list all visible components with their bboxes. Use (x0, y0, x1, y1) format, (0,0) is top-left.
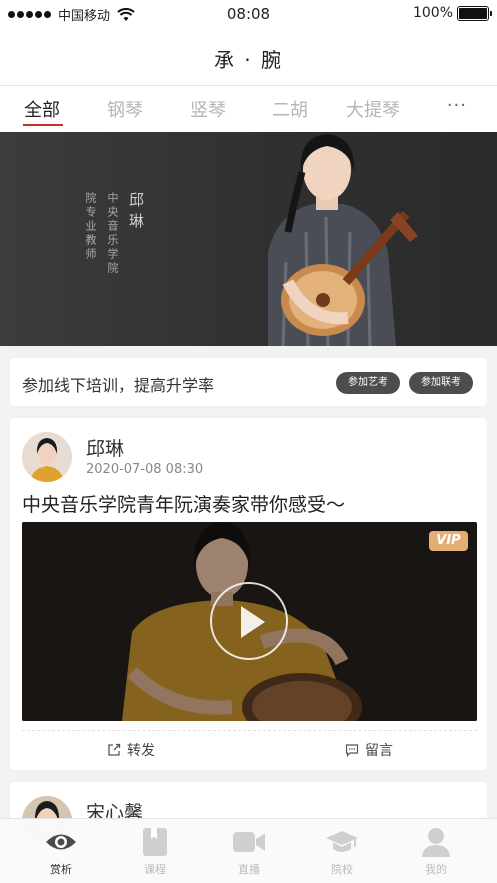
share-label: 转发 (127, 743, 155, 759)
battery-percent: 100% (412, 5, 453, 21)
eye-icon (46, 834, 76, 850)
share-button[interactable]: 转发 (107, 740, 155, 760)
video-player[interactable]: VIP (22, 522, 477, 721)
tab-all[interactable]: 全部 (24, 96, 60, 122)
banner-line1: 中央音乐学院 (106, 192, 119, 276)
page-title: 承 · 腕 (213, 48, 284, 72)
share-icon (108, 743, 121, 756)
tabbar-label: 课程 (144, 863, 166, 876)
book-icon (143, 828, 167, 856)
play-button[interactable] (210, 582, 288, 660)
battery-icon (457, 5, 492, 21)
tabbar-label: 院校 (331, 863, 353, 876)
active-tab-indicator (23, 124, 63, 126)
play-icon (241, 606, 265, 638)
divider (22, 730, 477, 731)
banner-carousel[interactable]: 邱琳 中央音乐学院 院专业教师 (0, 132, 497, 346)
join-art-exam-button[interactable]: 参加艺考 (336, 372, 400, 394)
comment-label: 留言 (365, 743, 393, 759)
nav-bar: 承 · 腕 (0, 28, 497, 86)
banner-line2: 院专业教师 (84, 192, 97, 262)
tabbar-label: 我的 (425, 863, 447, 876)
promo-card: 参加线下培训，提高升学率 参加艺考 参加联考 (10, 358, 487, 406)
banner-name: 邱琳 (127, 192, 145, 234)
tabbar-item-schools[interactable]: 院校 (312, 827, 372, 877)
category-tabs: 全部 钢琴 竖琴 二胡 大提琴 ··· (0, 86, 497, 132)
user-icon (422, 828, 450, 857)
video-camera-icon (233, 832, 265, 852)
graduation-cap-icon (326, 831, 358, 852)
bottom-tab-bar: 赏析 课程 直播 院校 我的 (0, 818, 497, 883)
comment-icon (345, 744, 359, 757)
post-author[interactable]: 邱琳 (86, 434, 124, 461)
vip-badge: VIP (429, 531, 468, 551)
join-joint-exam-button[interactable]: 参加联考 (409, 372, 473, 394)
banner-caption: 邱琳 中央音乐学院 院专业教师 (82, 192, 147, 276)
tab-piano[interactable]: 钢琴 (107, 96, 143, 122)
tabbar-item-live[interactable]: 直播 (219, 827, 279, 877)
tabbar-label: 直播 (238, 863, 260, 876)
status-right: 100% (412, 5, 492, 21)
post-title[interactable]: 中央音乐学院青年阮演奏家带你感受～ (22, 490, 345, 517)
post-date: 2020-07-08 08:30 (86, 462, 204, 477)
tab-erhu[interactable]: 二胡 (272, 96, 308, 122)
tabbar-item-appreciate[interactable]: 赏析 (31, 827, 91, 877)
avatar[interactable] (22, 432, 72, 482)
performer-photo (268, 134, 418, 346)
tabbar-item-me[interactable]: 我的 (406, 827, 466, 877)
tab-cello[interactable]: 大提琴 (346, 96, 400, 122)
comment-button[interactable]: 留言 (345, 740, 393, 760)
more-tabs-icon[interactable]: ··· (447, 95, 467, 116)
tab-harp[interactable]: 竖琴 (190, 96, 226, 122)
post-card: 邱琳 2020-07-08 08:30 中央音乐学院青年阮演奏家带你感受～ VI… (10, 418, 487, 770)
status-bar: 中国移动 08:08 100% (0, 0, 497, 28)
tabbar-label: 赏析 (50, 863, 72, 876)
tabbar-item-courses[interactable]: 课程 (125, 827, 185, 877)
promo-text: 参加线下培训，提高升学率 (22, 376, 215, 395)
